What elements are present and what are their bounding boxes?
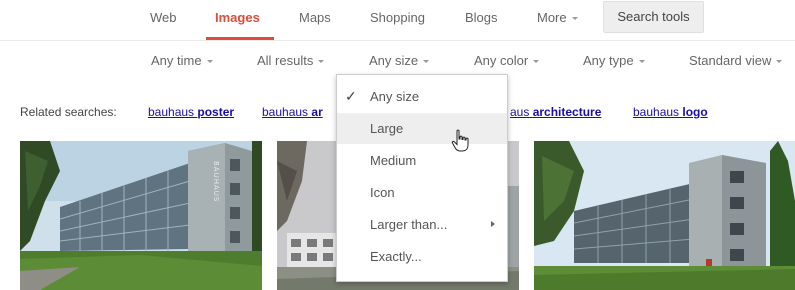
menu-item-label: Exactly... bbox=[370, 249, 422, 264]
filter-results-label: All results bbox=[257, 53, 314, 68]
related-searches: Related searches: bbox=[20, 105, 117, 119]
image-thumbnail bbox=[534, 141, 795, 290]
filter-type[interactable]: Any type bbox=[583, 53, 645, 68]
divider bbox=[0, 40, 795, 41]
image-result-1[interactable]: BAUHAUS bbox=[20, 141, 262, 290]
filter-time[interactable]: Any time bbox=[151, 53, 213, 68]
filter-type-label: Any type bbox=[583, 53, 634, 68]
menu-item-label: Large bbox=[370, 121, 404, 136]
menu-item-label: Icon bbox=[370, 185, 395, 200]
image-thumbnail: BAUHAUS bbox=[20, 141, 262, 290]
size-dropdown-menu: ✓ Any size Large Medium Icon Larger than… bbox=[336, 74, 508, 282]
related-link-logo[interactable]: bauhaus logo bbox=[633, 105, 708, 119]
related-searches-label: Related searches: bbox=[20, 105, 117, 119]
related-link-prefix: bauhaus bbox=[262, 105, 309, 119]
menu-item-icon[interactable]: Icon bbox=[337, 177, 507, 208]
menu-item-exactly[interactable]: Exactly... bbox=[337, 241, 507, 272]
filter-time-label: Any time bbox=[151, 53, 202, 68]
related-link-prefix: aus bbox=[510, 105, 530, 119]
menu-item-label: Medium bbox=[370, 153, 417, 168]
tab-more-label: More bbox=[537, 10, 567, 25]
related-link-prefix: bauhaus bbox=[148, 105, 195, 119]
tab-web[interactable]: Web bbox=[150, 10, 177, 25]
chevron-down-icon bbox=[776, 60, 783, 64]
related-link-prefix: bauhaus bbox=[633, 105, 680, 119]
image-result-3[interactable] bbox=[534, 141, 795, 290]
chevron-down-icon bbox=[206, 60, 213, 64]
related-link-keyword: ar bbox=[311, 105, 323, 119]
chevron-down-icon bbox=[533, 60, 540, 64]
search-tools-button[interactable]: Search tools bbox=[603, 1, 704, 33]
menu-item-large[interactable]: Large bbox=[337, 113, 507, 144]
filter-view[interactable]: Standard view bbox=[689, 53, 783, 68]
filter-results[interactable]: All results bbox=[257, 53, 325, 68]
hand-cursor-icon bbox=[451, 129, 469, 152]
chevron-down-icon bbox=[318, 60, 325, 64]
filter-color-label: Any color bbox=[474, 53, 529, 68]
filter-color[interactable]: Any color bbox=[474, 53, 540, 68]
related-link-ar[interactable]: bauhaus ar bbox=[262, 105, 323, 119]
filter-view-label: Standard view bbox=[689, 53, 772, 68]
menu-item-label: Larger than... bbox=[370, 217, 448, 232]
menu-item-larger-than[interactable]: Larger than... bbox=[337, 209, 507, 240]
chevron-down-icon bbox=[423, 60, 430, 64]
tab-images[interactable]: Images bbox=[215, 10, 260, 25]
chevron-right-icon bbox=[491, 221, 495, 227]
building-sign: BAUHAUS bbox=[212, 161, 220, 202]
top-nav: Web Images Maps Shopping Blogs More Sear… bbox=[0, 0, 795, 40]
menu-item-any-size[interactable]: ✓ Any size bbox=[337, 81, 507, 112]
related-link-architecture[interactable]: aus architecture bbox=[510, 105, 601, 119]
tab-maps[interactable]: Maps bbox=[299, 10, 331, 25]
tab-shopping[interactable]: Shopping bbox=[370, 10, 425, 25]
related-link-keyword: architecture bbox=[532, 105, 602, 119]
related-link-poster[interactable]: bauhaus poster bbox=[148, 105, 234, 119]
tab-blogs[interactable]: Blogs bbox=[465, 10, 498, 25]
chevron-down-icon bbox=[638, 60, 645, 64]
filter-size-label: Any size bbox=[369, 53, 419, 68]
related-link-keyword: logo bbox=[682, 105, 708, 119]
filter-size[interactable]: Any size bbox=[369, 53, 430, 68]
checkmark-icon: ✓ bbox=[345, 88, 357, 104]
menu-item-medium[interactable]: Medium bbox=[337, 145, 507, 176]
related-link-keyword: poster bbox=[197, 105, 235, 119]
chevron-down-icon bbox=[571, 17, 578, 21]
tab-more[interactable]: More bbox=[537, 10, 578, 25]
menu-item-label: Any size bbox=[370, 89, 420, 104]
